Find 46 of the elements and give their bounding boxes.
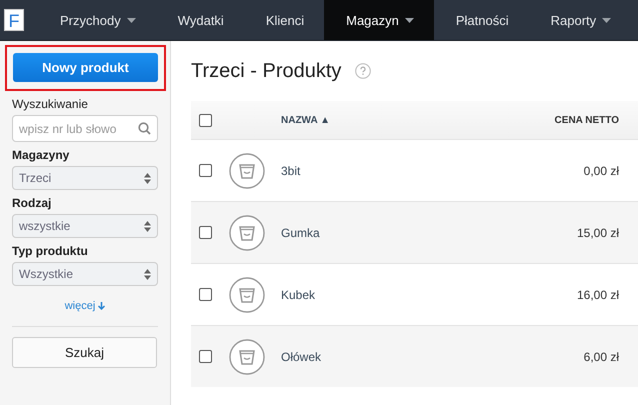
- sort-arrows-icon: [144, 172, 151, 184]
- checkbox[interactable]: [199, 114, 212, 126]
- product-price: 15,00 zł: [576, 226, 620, 240]
- product-bucket-icon: [229, 276, 265, 312]
- checkbox[interactable]: [199, 164, 212, 177]
- column-header[interactable]: NAZWA ▲: [281, 114, 531, 126]
- filter-select[interactable]: wszystkie: [12, 214, 158, 238]
- filter-label: Rodzaj: [12, 196, 52, 210]
- product-name[interactable]: 3bit: [281, 164, 531, 178]
- product-price: 0,00 zł: [582, 164, 620, 178]
- product-price: 16,00 zł: [576, 288, 620, 302]
- product-name[interactable]: Gumka: [281, 226, 531, 240]
- product-bucket-icon: [229, 214, 265, 250]
- nav-tab[interactable]: Płatności: [434, 0, 529, 40]
- search-label: Wyszukiwanie: [12, 97, 89, 111]
- search-button[interactable]: Szukaj: [12, 337, 157, 368]
- checkbox[interactable]: [199, 350, 212, 363]
- filter-select[interactable]: Trzeci: [12, 166, 158, 190]
- new-product-button[interactable]: Nowy produkt: [13, 53, 158, 82]
- product-price: 6,00 zł: [582, 350, 620, 364]
- product-bucket-icon: [229, 338, 265, 374]
- search-field[interactable]: wpisz nr lub słowo: [12, 115, 158, 142]
- nav-tab[interactable]: Wydatki: [156, 0, 244, 40]
- caret-icon: [602, 18, 612, 22]
- search-icon: [138, 122, 151, 135]
- filter-label: Typ produktu: [12, 244, 89, 258]
- filter-label: Magazyny: [12, 148, 70, 162]
- product-name[interactable]: Ołówek: [281, 350, 531, 364]
- column-header[interactable]: CENA NETTO: [531, 114, 638, 126]
- arrow-down-icon: [98, 302, 106, 310]
- checkbox[interactable]: [199, 288, 212, 301]
- nav-tab[interactable]: Magazyn: [324, 0, 434, 40]
- nav-tab[interactable]: Klienci: [244, 0, 324, 40]
- caret-icon: [126, 18, 136, 22]
- sort-arrows-icon: [144, 220, 151, 232]
- checkbox[interactable]: [199, 226, 212, 239]
- page-title: Trzeci - Produkty: [191, 60, 342, 82]
- filter-select[interactable]: Wszystkie: [12, 262, 158, 286]
- nav-tab[interactable]: Raporty: [528, 0, 632, 40]
- sort-arrows-icon: [144, 268, 151, 280]
- caret-icon: [404, 18, 414, 22]
- logo[interactable]: F: [4, 9, 24, 31]
- nav-tab[interactable]: Przychody: [38, 0, 156, 40]
- more-link[interactable]: więcej: [64, 300, 96, 312]
- product-name[interactable]: Kubek: [281, 288, 531, 302]
- product-bucket-icon: [229, 152, 265, 188]
